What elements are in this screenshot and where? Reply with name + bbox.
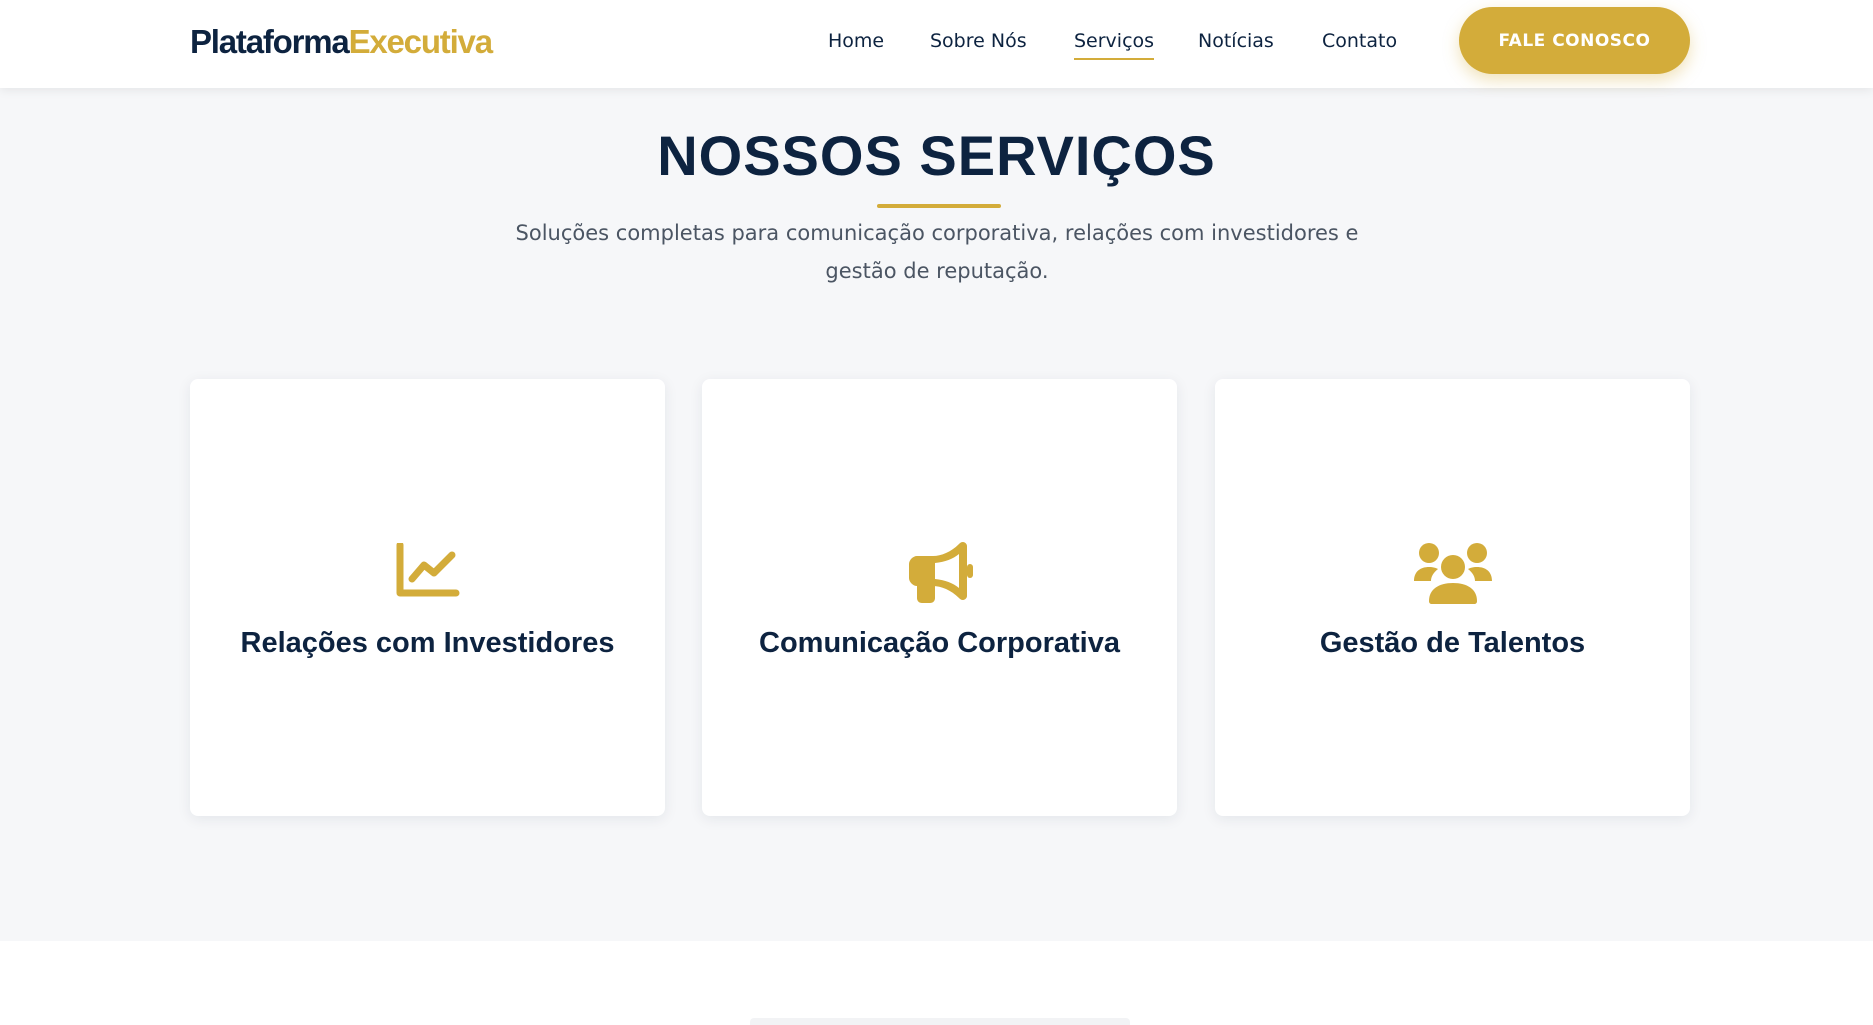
service-card-comunicacao[interactable]: Comunicação Corporativa bbox=[702, 379, 1177, 816]
next-section-hint bbox=[750, 1018, 1130, 1025]
nav-servicos[interactable]: Serviços bbox=[1074, 27, 1155, 60]
card-title: Relações com Investidores bbox=[240, 627, 615, 659]
megaphone-icon bbox=[702, 537, 1177, 607]
section-title: NOSSOS SERVIÇOS bbox=[657, 124, 1216, 187]
service-card-talentos[interactable]: Gestão de Talentos bbox=[1215, 379, 1690, 816]
section-subtitle: Soluções completas para comunicação corp… bbox=[515, 221, 1359, 283]
users-icon bbox=[1215, 537, 1690, 607]
services-section: NOSSOS SERVIÇOS Soluções completas para … bbox=[0, 88, 1873, 941]
nav-noticias[interactable]: Notícias bbox=[1198, 27, 1274, 55]
title-divider bbox=[877, 204, 1001, 208]
card-title: Comunicação Corporativa bbox=[759, 627, 1120, 659]
nav-contato[interactable]: Contato bbox=[1322, 27, 1397, 55]
logo[interactable]: PlataformaExecutiva bbox=[190, 22, 493, 62]
site-header: PlataformaExecutiva Home Sobre Nós Servi… bbox=[0, 0, 1873, 88]
nav-home[interactable]: Home bbox=[828, 27, 884, 55]
fale-conosco-button[interactable]: FALE CONOSCO bbox=[1459, 7, 1690, 74]
card-title: Gestão de Talentos bbox=[1319, 627, 1586, 659]
chart-line-icon bbox=[190, 537, 665, 607]
service-card-investidores[interactable]: Relações com Investidores bbox=[190, 379, 665, 816]
nav-sobre-nos[interactable]: Sobre Nós bbox=[930, 27, 1027, 55]
